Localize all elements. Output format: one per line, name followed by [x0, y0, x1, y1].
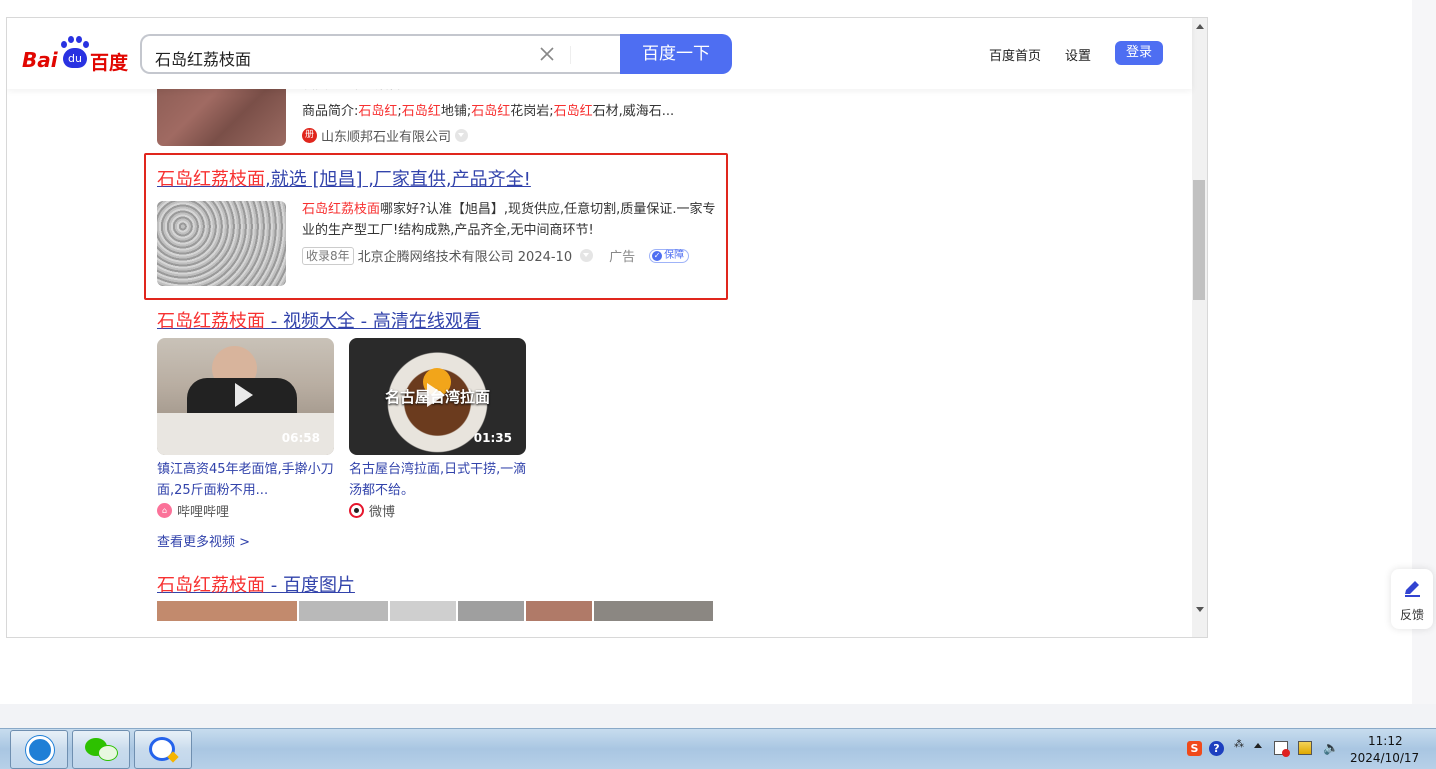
clock-time[interactable]: 11:12	[1368, 734, 1403, 748]
video-caption-link[interactable]: 镇江高资45年老面馆,手擀小刀面,25斤面粉不用...	[157, 459, 337, 501]
result-source[interactable]: 册 山东顺邦石业有限公司	[302, 126, 469, 145]
image-result[interactable]	[299, 601, 388, 621]
chevron-down-icon[interactable]	[455, 129, 469, 142]
intro-part: 花岗岩;	[510, 104, 554, 119]
intro-part: 石岛红	[358, 104, 398, 119]
results-content: 发货地:山东 烟台 商品简介:石岛红;石岛红地铺;石岛红花岗岩;石岛红石材,威海…	[7, 18, 1192, 637]
help-icon[interactable]: ?	[1209, 741, 1224, 756]
intro-part: 地铺;	[440, 104, 472, 119]
logo-text-left: Bai	[22, 48, 58, 72]
guarantee-label: 保障	[664, 249, 685, 261]
chevron-down-icon[interactable]	[580, 249, 594, 262]
play-icon	[235, 383, 253, 407]
ad-company[interactable]: 北京企腾网络技术有限公司 2024-10	[358, 246, 572, 265]
flag-alert-icon[interactable]	[1274, 741, 1290, 757]
ad-thumbnail[interactable]	[157, 201, 286, 286]
video-caption-link[interactable]: 名古屋台湾拉面,日式干捞,一滴汤都不给。	[349, 459, 529, 501]
ad-title-keyword: 石岛红荔枝面	[157, 169, 265, 190]
taskbar: S ? ⁂ 🔈 11:12 2024/10/17	[0, 728, 1436, 769]
image-section-title-link[interactable]: 石岛红荔枝面 - 百度图片	[157, 571, 355, 597]
video-source-name: 微博	[369, 505, 396, 520]
video-source: ⌂ 哔哩哔哩	[157, 501, 229, 520]
bilibili-icon: ⌂	[157, 503, 172, 518]
guarantee-badge[interactable]: ✓ 保障	[649, 248, 690, 263]
taskbar-browser-button[interactable]	[10, 730, 68, 769]
result-source-name: 山东顺邦石业有限公司	[321, 130, 452, 145]
result-thumbnail[interactable]	[157, 84, 286, 146]
video-title-keyword: 石岛红荔枝面	[157, 311, 265, 332]
vertical-scrollbar[interactable]	[1192, 18, 1207, 637]
logo-text-right: 百度	[90, 52, 129, 74]
browser-frame: 发货地:山东 烟台 商品简介:石岛红;石岛红地铺;石岛红花岗岩;石岛红石材,威海…	[6, 17, 1208, 638]
video-thumbnail[interactable]: 06:58	[157, 338, 334, 455]
intro-part: 石岛红	[471, 104, 511, 119]
intro-label: 商品简介:	[302, 104, 359, 119]
video-thumbnail[interactable]: 名古屋台湾拉面 01:35	[349, 338, 526, 455]
close-icon[interactable]	[538, 45, 556, 63]
logo-du: du	[63, 48, 87, 68]
image-title-keyword: 石岛红荔枝面	[157, 575, 265, 596]
tray-expand-icon[interactable]	[1254, 743, 1262, 748]
video-title-rest: - 视频大全 - 高清在线观看	[265, 311, 481, 332]
search-header: Bai du 百度 石岛红荔枝面 百度一下 百度首页 设置 登录	[7, 18, 1192, 89]
more-videos-link[interactable]: 查看更多视频 >	[157, 531, 250, 550]
search-input[interactable]: 石岛红荔枝面	[140, 34, 622, 74]
browser-app-icon	[26, 736, 54, 764]
image-result[interactable]	[390, 601, 456, 621]
video-section-title-link[interactable]: 石岛红荔枝面 - 视频大全 - 高清在线观看	[157, 307, 481, 333]
pen-icon	[1405, 581, 1420, 597]
feedback-button[interactable]: 反馈	[1391, 569, 1433, 629]
network-status-icon[interactable]	[1298, 741, 1312, 755]
search-input-value: 石岛红荔枝面	[155, 50, 252, 69]
image-result[interactable]	[157, 601, 297, 621]
indexed-tag: 收录8年	[302, 246, 354, 265]
image-result[interactable]	[458, 601, 524, 621]
bottom-band	[0, 704, 1436, 728]
intro-part: 石岛红	[401, 104, 441, 119]
video-duration: 01:35	[473, 431, 512, 445]
ad-description: 石岛红荔枝面哪家好?认准【旭昌】,现货供应,任意切割,质量保证.一家专业的生产型…	[302, 199, 722, 241]
volume-icon[interactable]: 🔈	[1323, 741, 1339, 756]
search-divider	[570, 46, 571, 64]
ad-label: 广告	[609, 250, 636, 265]
shield-check-icon: ✓	[652, 250, 663, 261]
result-intro: 商品简介:石岛红;石岛红地铺;石岛红花岗岩;石岛红石材,威海石...	[302, 100, 674, 119]
nav-home-link[interactable]: 百度首页	[989, 45, 1041, 64]
search-button[interactable]: 百度一下	[620, 34, 732, 74]
intro-part: 石材,威海石...	[592, 104, 675, 119]
nav-settings-link[interactable]: 设置	[1065, 45, 1091, 64]
image-result[interactable]	[594, 601, 713, 621]
image-result[interactable]	[526, 601, 592, 621]
ad-meta: 收录8年 北京企腾网络技术有限公司 2024-10 广告 ✓ 保障	[302, 246, 690, 265]
bottom-area	[0, 638, 1412, 706]
taskbar-wechat-button[interactable]	[72, 730, 130, 769]
play-icon	[427, 383, 445, 407]
video-duration: 06:58	[281, 431, 320, 445]
scroll-down-arrow-icon[interactable]	[1196, 607, 1204, 612]
ad-title-link[interactable]: 石岛红荔枝面,就选 [旭昌] ,厂家直供,产品齐全!	[157, 165, 531, 191]
intro-part: 石岛红	[553, 104, 593, 119]
ad-desc-keyword: 石岛红荔枝面	[302, 202, 381, 217]
video-source-name: 哔哩哔哩	[177, 505, 230, 520]
baidu-logo[interactable]: Bai du 百度	[22, 36, 132, 74]
login-button[interactable]: 登录	[1115, 41, 1163, 65]
feedback-label: 反馈	[1400, 608, 1425, 622]
sogou-icon[interactable]: S	[1187, 741, 1202, 756]
clock-date[interactable]: 2024/10/17	[1350, 751, 1419, 765]
paw-icon: du	[59, 36, 89, 70]
scroll-up-arrow-icon[interactable]	[1196, 24, 1204, 29]
shop-badge-icon: 册	[302, 128, 317, 143]
page: 发货地:山东 烟台 商品简介:石岛红;石岛红地铺;石岛红花岗岩;石岛红石材,威海…	[0, 0, 1436, 769]
weibo-icon	[349, 503, 364, 518]
video-source: 微博	[349, 501, 395, 520]
image-title-rest: - 百度图片	[265, 575, 355, 596]
ad-title-rest: ,就选 [旭昌] ,厂家直供,产品齐全!	[265, 169, 531, 190]
network-icon[interactable]: ⁂	[1234, 739, 1244, 750]
scroll-thumb[interactable]	[1193, 180, 1205, 300]
taskbar-chat-button[interactable]	[134, 730, 192, 769]
